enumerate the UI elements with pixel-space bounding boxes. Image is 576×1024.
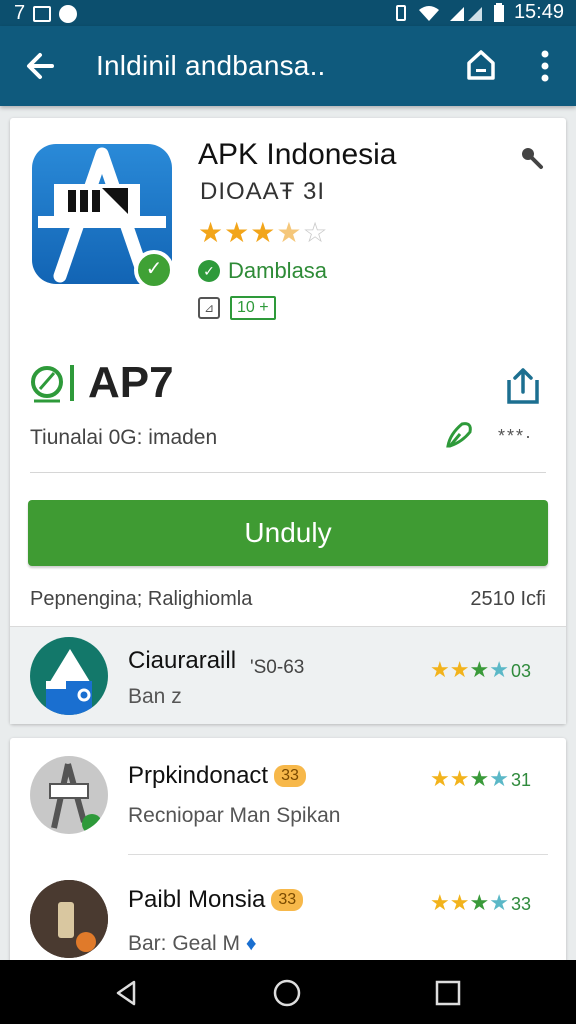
related-apps-card: Prpkindonact 33 Recniopar Man Spikan ★★★★… xyxy=(10,738,566,978)
nav-recent-apps-icon[interactable] xyxy=(434,979,462,1007)
related-app-title: Prpkindonact 33 xyxy=(128,762,306,790)
wifi-icon xyxy=(418,5,439,21)
related-app-rating: ★★★★ 33 xyxy=(430,890,531,915)
install-button[interactable]: Unduly xyxy=(28,500,548,566)
related-app-badge: 33 xyxy=(271,889,304,911)
toolbar-title: Inldinil andbansa.. xyxy=(96,50,326,81)
star-icon: ★ xyxy=(224,217,251,248)
rating-count: 33 xyxy=(510,894,531,914)
related-app-subtitle-text: Bar: Geal M xyxy=(128,932,241,955)
divider xyxy=(128,854,548,855)
rating-count: 31 xyxy=(510,770,531,790)
related-app-rating: ★★★★ 03 xyxy=(430,657,531,682)
vibrate-icon xyxy=(395,4,406,21)
related-app-title: Ciauraraill xyxy=(128,647,237,674)
related-app-icon xyxy=(30,637,108,715)
app-meta-size: 2510 Icfi xyxy=(470,588,546,610)
brand-name: AP7 xyxy=(88,358,174,407)
star-empty-icon: ☆ xyxy=(302,217,329,248)
gallery-notification-icon xyxy=(33,5,52,22)
status-bar: 7 15:49 xyxy=(0,0,576,26)
age-rating-row: ⊿ 10 + xyxy=(198,296,276,320)
nav-back-icon[interactable] xyxy=(112,978,142,1008)
verified-text: Damblasa xyxy=(228,258,328,283)
app-notification-icon xyxy=(59,4,78,23)
app-rating-stars: ★★★★☆ xyxy=(198,216,329,249)
more-vert-icon[interactable] xyxy=(530,48,560,84)
related-app-title-text: Prpkindonact xyxy=(128,762,269,789)
system-nav-bar xyxy=(0,960,576,1024)
content-rating-icon: ⊿ xyxy=(198,297,220,319)
brand-row: AP7 xyxy=(30,358,174,408)
verified-check-icon: ✓ xyxy=(134,250,174,290)
app-description: Tiunalai 0G: imaden xyxy=(30,426,218,449)
verified-row: ✓ Damblasa xyxy=(198,258,327,284)
signal-icon xyxy=(449,6,482,21)
related-app-title-text: Paibl Monsia xyxy=(128,886,266,913)
status-time: 15:49 xyxy=(513,1,564,23)
related-app-code: 'S0-63 xyxy=(250,657,305,678)
status-left-text: 7 xyxy=(14,2,26,24)
star-icon: ★ xyxy=(250,217,277,248)
divider xyxy=(30,472,546,473)
edit-icon[interactable] xyxy=(444,418,476,450)
related-app-rating: ★★★★ 31 xyxy=(430,766,531,791)
share-icon[interactable] xyxy=(504,366,542,406)
back-arrow-icon[interactable] xyxy=(22,46,58,86)
app-detail-card: ✓ APK Indonesia DIOAAŦ 3I ★★★★☆ ✓ Dambla… xyxy=(10,118,566,724)
app-meta-labels: Pepnengina; Ralighiomla xyxy=(30,588,253,610)
app-name: APK Indonesia xyxy=(198,138,397,171)
related-app-icon xyxy=(30,756,108,834)
app-developer[interactable]: DIOAAŦ 3I xyxy=(200,178,325,206)
home-icon[interactable] xyxy=(464,48,498,82)
rating-count: 03 xyxy=(510,661,531,681)
related-app-title: Paibl Monsia 33 xyxy=(128,886,304,914)
search-icon[interactable] xyxy=(518,144,544,170)
related-app-badge: 33 xyxy=(274,765,306,787)
related-app-item[interactable]: Prpkindonact 33 Recniopar Man Spikan ★★★★… xyxy=(10,738,566,856)
app-toolbar: Inldinil andbansa.. xyxy=(0,26,576,106)
star-icon: ★ xyxy=(198,217,225,248)
related-app-subtitle: Bar: Geal M ♦ xyxy=(128,932,257,956)
star-half-icon: ★ xyxy=(276,217,303,248)
nav-home-icon[interactable] xyxy=(272,978,302,1008)
check-circle-icon: ✓ xyxy=(198,260,220,282)
like-icon: ♦ xyxy=(245,932,257,955)
related-app-item[interactable]: Ciauraraill 'S0-63 Ban z ★★★★ 03 xyxy=(10,626,566,724)
age-rating-badge: 10 + xyxy=(230,296,276,320)
battery-icon xyxy=(493,2,504,22)
leaf-logo-icon xyxy=(31,365,74,403)
review-dots: ***· xyxy=(498,426,534,446)
related-app-icon xyxy=(30,880,108,958)
related-app-subtitle: Ban z xyxy=(128,685,182,708)
related-app-subtitle: Recniopar Man Spikan xyxy=(128,804,341,827)
